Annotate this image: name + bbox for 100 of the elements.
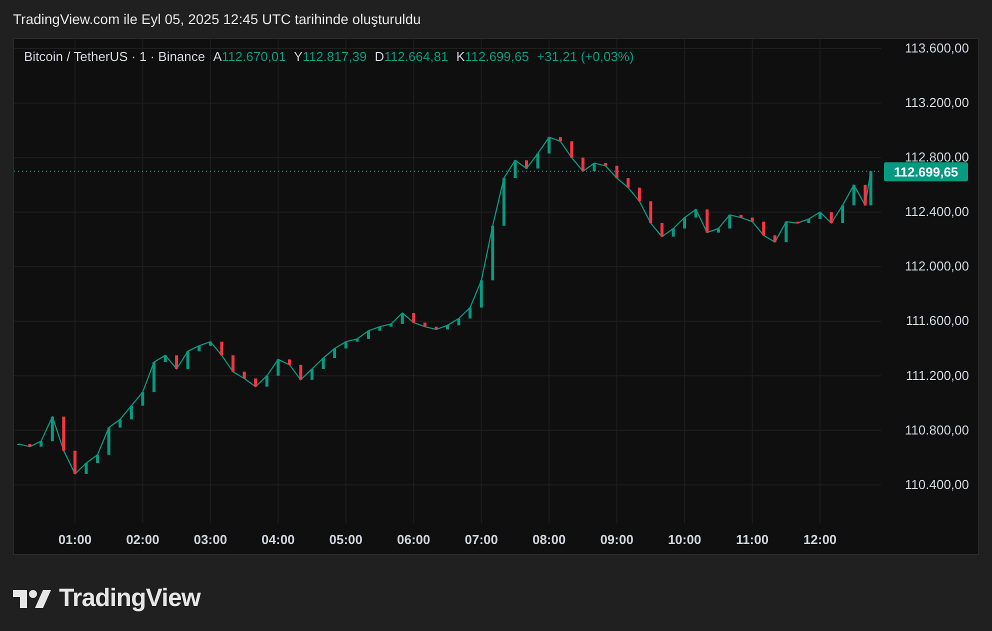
candle	[502, 178, 506, 226]
price-change: +31,21 (+0,03%)	[536, 48, 634, 66]
candle	[514, 160, 517, 178]
ohlc-value: Y112.817,39	[294, 48, 367, 66]
candle	[265, 376, 268, 387]
candle	[841, 205, 844, 224]
symbol-title: Bitcoin / TetherUS · 1 · Binance	[24, 48, 206, 66]
candle	[40, 441, 43, 447]
candle	[592, 163, 596, 172]
price-axis-label: 110.400,00	[904, 476, 969, 492]
candle	[852, 184, 856, 206]
candle	[390, 324, 393, 327]
candle	[276, 359, 280, 376]
candle	[208, 342, 212, 346]
candle	[152, 362, 156, 392]
candle	[740, 214, 743, 218]
price-axis-label: 111.600,00	[906, 313, 969, 328]
candle	[525, 160, 528, 169]
ohlc-value: D112.664,81	[374, 48, 448, 66]
candle	[536, 154, 540, 169]
price-axis-label: 113.200,00	[904, 95, 969, 110]
candle	[728, 214, 732, 228]
candle	[864, 184, 867, 206]
time-axis-label: 06:00	[397, 532, 430, 547]
price-axis-label: 113.600,00	[904, 40, 969, 56]
candle	[310, 368, 314, 380]
candle	[491, 226, 494, 280]
candle	[773, 235, 776, 242]
candle	[254, 378, 258, 387]
time-axis-label: 10:00	[668, 532, 702, 547]
candle	[400, 313, 404, 324]
candle	[220, 342, 224, 356]
candle	[423, 322, 426, 327]
candle	[626, 178, 630, 188]
candle	[615, 166, 618, 178]
time-axis-label: 07:00	[464, 532, 498, 547]
time-axis-label: 05:00	[329, 532, 363, 547]
price-axis-label: 110.800,00	[904, 422, 969, 438]
candle	[84, 463, 88, 474]
candle	[762, 222, 766, 236]
candle	[558, 137, 562, 142]
candle	[434, 326, 438, 330]
time-axis-label: 12:00	[803, 532, 837, 547]
candle	[186, 351, 190, 369]
ohlc-value: A112.670,01	[213, 48, 286, 66]
time-axis-label: 09:00	[600, 532, 634, 547]
candle	[716, 228, 720, 233]
candle	[107, 428, 110, 455]
price-axis-label: 112.800,00	[904, 150, 969, 165]
candle	[604, 163, 608, 166]
candle	[412, 313, 416, 323]
candle	[356, 338, 359, 342]
time-axis-label: 01:00	[58, 532, 92, 547]
candle	[175, 355, 178, 369]
candle	[322, 358, 325, 369]
candle	[96, 454, 100, 463]
candle	[50, 416, 54, 442]
price-axis-label: 112.400,00	[904, 204, 969, 220]
brand-name: TradingView	[59, 583, 200, 614]
candle	[130, 406, 133, 420]
candle	[28, 444, 32, 447]
candle	[378, 326, 382, 331]
price-axis-label: 112.000,00	[904, 258, 969, 274]
candle	[480, 280, 483, 308]
candle	[830, 212, 833, 224]
candle	[869, 171, 872, 206]
candle	[784, 222, 788, 242]
candle	[333, 348, 336, 358]
candle	[242, 372, 246, 378]
candle	[706, 209, 709, 233]
candle	[649, 201, 652, 224]
candle	[446, 325, 449, 330]
candle	[818, 212, 822, 219]
candle	[457, 318, 460, 326]
candle	[638, 188, 641, 202]
candle	[288, 359, 291, 365]
last-price-tag: 112.699,65	[884, 162, 968, 182]
candle	[232, 355, 234, 372]
time-axis-label: 02:00	[126, 532, 160, 547]
candle	[344, 342, 348, 348]
candle	[581, 158, 584, 172]
candle	[750, 218, 754, 222]
candle	[62, 416, 66, 451]
candle	[73, 450, 76, 474]
time-axis-label: 03:00	[194, 532, 228, 547]
candle	[660, 223, 664, 237]
candle	[164, 355, 167, 362]
time-axis-label: 08:00	[532, 532, 566, 547]
candle	[366, 330, 370, 339]
time-axis-label: 04:00	[262, 532, 295, 547]
logo-icon	[13, 588, 53, 609]
candle	[570, 141, 574, 158]
candle	[468, 308, 472, 318]
candle	[683, 218, 686, 228]
candle	[299, 364, 302, 380]
price-axis-label: 111.200,00	[906, 368, 969, 383]
chart-caption: TradingView.com ile Eyl 05, 2025 12:45 UTC tarihinde oluşturuldu	[13, 10, 422, 29]
candle	[141, 392, 144, 406]
time-axis-label: 11:00	[736, 532, 769, 547]
candle	[198, 346, 201, 352]
